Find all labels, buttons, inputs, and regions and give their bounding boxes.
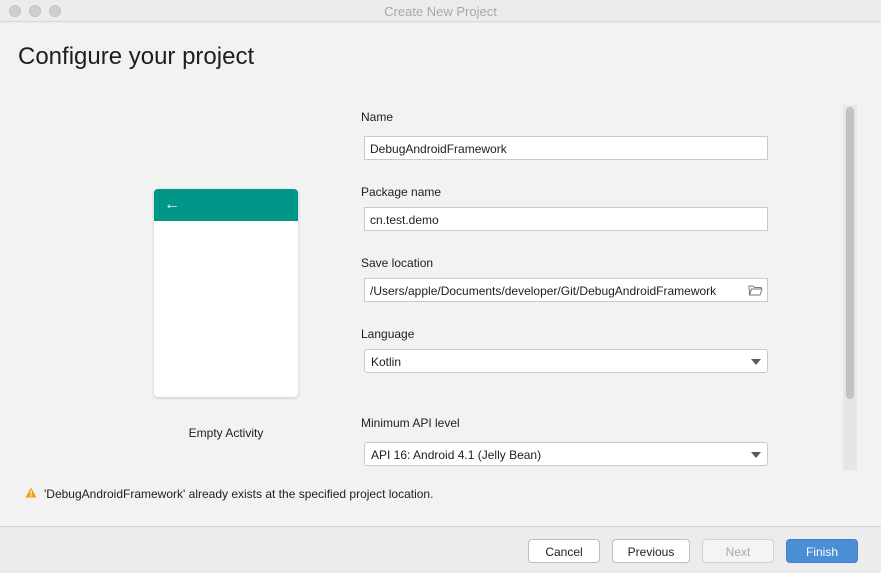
chevron-down-icon	[751, 359, 761, 365]
package-name-field[interactable]: cn.test.demo	[364, 207, 768, 231]
preview-app-bar: ←	[154, 189, 298, 221]
previous-button[interactable]: Previous	[612, 539, 690, 563]
save-location-label: Save location	[361, 256, 434, 270]
language-dropdown[interactable]: Kotlin	[364, 349, 768, 373]
min-api-label: Minimum API level	[361, 416, 460, 430]
package-name-label: Package name	[361, 185, 442, 199]
save-location-field[interactable]: /Users/apple/Documents/developer/Git/Deb…	[364, 278, 768, 302]
chevron-down-icon	[751, 452, 761, 458]
min-api-dropdown[interactable]: API 16: Android 4.1 (Jelly Bean)	[364, 442, 768, 466]
min-api-value: API 16: Android 4.1 (Jelly Bean)	[371, 448, 542, 462]
finish-button[interactable]: Finish	[786, 539, 858, 563]
folder-icon[interactable]	[748, 284, 763, 296]
title-bar: Create New Project	[0, 0, 881, 22]
name-label: Name	[361, 110, 394, 124]
activity-preview: ←	[154, 189, 298, 397]
arrow-left-icon: ←	[164, 196, 180, 213]
content-area: Configure your project ← Empty Activity …	[0, 23, 881, 526]
next-button[interactable]: Next	[702, 539, 774, 563]
language-value: Kotlin	[371, 355, 402, 369]
warning-icon	[25, 487, 37, 498]
name-field[interactable]: DebugAndroidFramework	[364, 136, 768, 160]
page-title: Configure your project	[18, 43, 255, 70]
create-project-window: Create New Project Configure your projec…	[0, 0, 881, 573]
save-location-value: /Users/apple/Documents/developer/Git/Deb…	[370, 284, 717, 298]
cancel-button[interactable]: Cancel	[528, 539, 600, 563]
warning-text: 'DebugAndroidFramework' already exists a…	[44, 487, 434, 501]
window-title: Create New Project	[384, 4, 497, 19]
form-scrollbar[interactable]	[843, 105, 857, 470]
activity-template-label: Empty Activity	[188, 426, 264, 440]
scrollbar-thumb[interactable]	[846, 107, 854, 399]
dialog-footer: Cancel Previous Next Finish	[0, 526, 881, 573]
language-label: Language	[361, 327, 415, 341]
